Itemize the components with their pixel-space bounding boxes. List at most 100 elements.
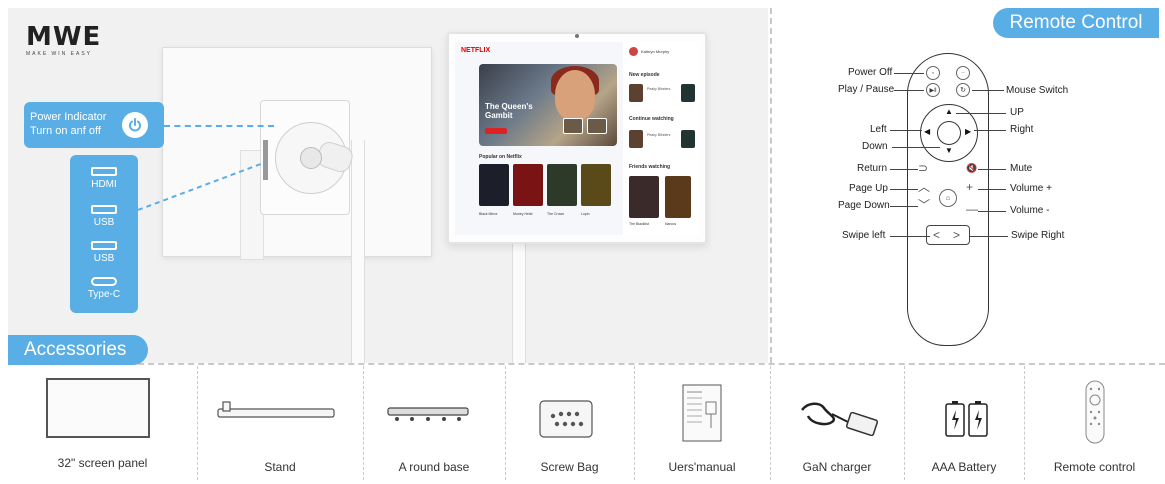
accessory-manual: Uers'manual bbox=[634, 366, 770, 480]
monitor-screen: NETFLIX The Queen's Gambit Popular on Ne… bbox=[455, 42, 699, 235]
hero-play-button bbox=[485, 128, 507, 134]
volume-down-icon: — bbox=[966, 202, 978, 216]
label-page-down: Page Down bbox=[838, 200, 890, 211]
accessory-battery: AAA Battery bbox=[904, 366, 1024, 480]
power-icon bbox=[122, 112, 148, 138]
usb-port: USB bbox=[70, 205, 138, 228]
poster-caption: The Blacklist bbox=[629, 222, 649, 226]
poster bbox=[547, 164, 577, 206]
page-down-icon: ﹀ bbox=[918, 198, 931, 212]
label-left: Left bbox=[870, 124, 887, 135]
arrow-left-icon: ◀ bbox=[924, 127, 931, 136]
hdmi-port: HDMI bbox=[70, 167, 138, 190]
power-indicator-callout: Power Indicator Turn on anf off bbox=[24, 102, 164, 148]
avatar bbox=[629, 47, 638, 56]
label-page-up: Page Up bbox=[849, 183, 888, 194]
screw-bag-icon bbox=[539, 400, 593, 438]
poster bbox=[479, 164, 509, 206]
power-callout-line2: Turn on anf off bbox=[30, 125, 101, 137]
poster-caption: Black Mirror bbox=[479, 212, 498, 216]
accessory-label: AAA Battery bbox=[931, 460, 997, 474]
brand-logo: MWE bbox=[26, 22, 102, 52]
remote-icon bbox=[1085, 380, 1105, 444]
poster bbox=[513, 164, 543, 206]
poster-caption: The Crown bbox=[547, 212, 565, 216]
power-leader-line bbox=[164, 125, 274, 127]
round-base-icon bbox=[387, 407, 469, 421]
label-up: UP bbox=[1010, 107, 1024, 118]
section-divider-horizontal bbox=[8, 363, 1165, 365]
manual-icon bbox=[682, 384, 722, 442]
friends-watching-label: Friends watching bbox=[629, 164, 671, 170]
mouse-switch-icon: ↻ bbox=[956, 83, 970, 97]
stand-pole-front bbox=[512, 244, 526, 363]
label-return: Return bbox=[857, 163, 888, 174]
label-mute: Mute bbox=[1010, 163, 1033, 174]
port-label: HDMI bbox=[91, 179, 117, 190]
accessory-label: Remote control bbox=[1053, 460, 1136, 474]
page-up-icon: ︿ bbox=[918, 180, 931, 194]
side-panel: Kathryn Murphy New episode Peaky Blinder… bbox=[623, 42, 699, 235]
usb-port-icon bbox=[91, 205, 117, 214]
poster bbox=[629, 176, 659, 218]
brand: MWE MAKE WIN EASY bbox=[26, 24, 101, 57]
accessories-banner: Accessories bbox=[8, 335, 148, 365]
remote-control-banner: Remote Control bbox=[993, 8, 1159, 38]
dots-icon: ·· bbox=[956, 66, 970, 80]
accessory-label: Uers'manual bbox=[668, 460, 736, 474]
accessory-screw-bag: Screw Bag bbox=[505, 366, 634, 480]
label-down: Down bbox=[862, 141, 888, 152]
swipe-left-icon: < bbox=[933, 228, 941, 242]
usb-port-icon bbox=[91, 241, 117, 250]
user-name: Kathryn Murphy bbox=[641, 49, 670, 54]
poster-caption: Money Heist bbox=[513, 212, 533, 216]
webcam bbox=[575, 34, 579, 38]
accessory-screen-panel: 32" screen panel bbox=[8, 366, 197, 480]
mute-icon: 🔇 bbox=[966, 163, 978, 173]
charger-icon bbox=[801, 402, 879, 436]
ports-callout: HDMI USB USB Type-C bbox=[70, 155, 138, 313]
label-play-pause: Play / Pause bbox=[838, 84, 895, 95]
product-page: MWE MAKE WIN EASY Power Indicator Turn o… bbox=[0, 0, 1165, 484]
section-divider-vertical bbox=[770, 8, 772, 363]
accessory-label: A round base bbox=[398, 460, 470, 474]
popular-label: Popular on Netflix bbox=[479, 154, 522, 160]
label-right: Right bbox=[1010, 124, 1034, 135]
continue-watching-label: Continue watching bbox=[629, 116, 674, 122]
power-callout-line1: Power Indicator bbox=[30, 111, 107, 123]
label-mouse-switch: Mouse Switch bbox=[1006, 85, 1069, 96]
new-episode-label: New episode bbox=[629, 72, 660, 78]
stand-pole-back bbox=[351, 140, 365, 363]
arrow-up-icon: ▲ bbox=[945, 107, 953, 116]
dpad-ok-button bbox=[937, 121, 961, 145]
swipe-right-icon: > bbox=[953, 228, 961, 242]
accessory-label: Screw Bag bbox=[540, 460, 599, 474]
app-logo: NETFLIX bbox=[461, 47, 491, 54]
poster-caption: Lupin bbox=[581, 212, 590, 216]
monitor-front-view: NETFLIX The Queen's Gambit Popular on Ne… bbox=[447, 32, 707, 244]
stand-icon bbox=[217, 401, 335, 418]
battery-icon bbox=[945, 401, 988, 437]
play-pause-icon: ▶‖ bbox=[926, 83, 940, 97]
episode-row: Peaky Blinders bbox=[627, 84, 695, 104]
label-swipe-left: Swipe left bbox=[842, 230, 886, 241]
screen-panel-icon bbox=[46, 378, 150, 438]
usb-port: USB bbox=[70, 241, 138, 264]
type-c-port-icon bbox=[91, 277, 117, 286]
label-power-off: Power Off bbox=[848, 67, 893, 78]
arrow-down-icon: ▼ bbox=[945, 146, 953, 155]
home-button-icon: ⌂ bbox=[939, 189, 957, 207]
port-label: USB bbox=[93, 253, 115, 264]
type-c-port: Type-C bbox=[70, 277, 138, 300]
accessory-label: 32" screen panel bbox=[57, 456, 148, 470]
port-label: USB bbox=[93, 217, 115, 228]
poster bbox=[665, 176, 691, 218]
hdmi-port-icon bbox=[91, 167, 117, 176]
accessory-round-base: A round base bbox=[363, 366, 505, 480]
accessory-remote: Remote control bbox=[1024, 366, 1165, 480]
volume-up-icon: + bbox=[966, 180, 974, 194]
arrow-right-icon: ▶ bbox=[965, 127, 972, 136]
label-volume-down: Volume - bbox=[1010, 205, 1050, 216]
label-volume-up: Volume + bbox=[1010, 183, 1052, 194]
label-swipe-right: Swipe Right bbox=[1011, 230, 1065, 241]
